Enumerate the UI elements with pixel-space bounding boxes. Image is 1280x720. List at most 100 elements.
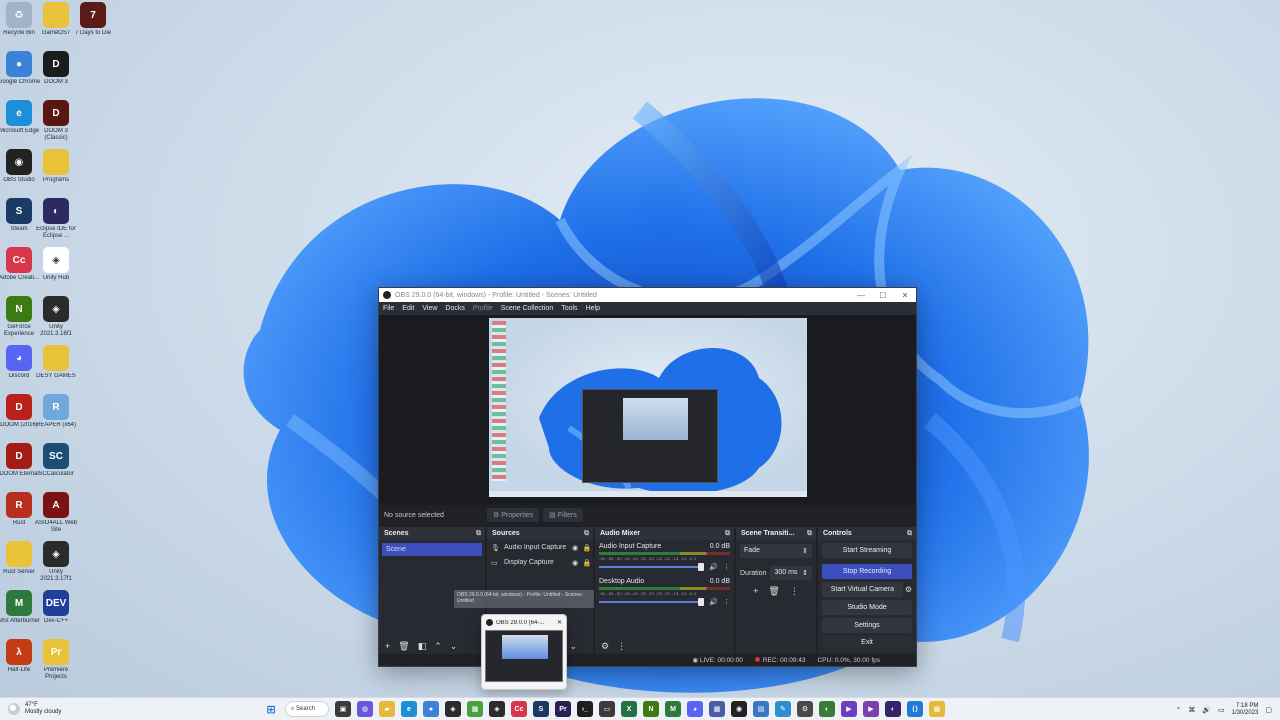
virtual-camera-settings-icon[interactable]: ⚙	[905, 585, 912, 594]
transition-menu-icon[interactable]: ⋮	[790, 586, 799, 597]
unity-icon[interactable]: ◈	[445, 701, 461, 717]
steam-icon[interactable]: S	[533, 701, 549, 717]
visibility-eye-icon[interactable]: ◉	[569, 559, 581, 567]
calculator-icon[interactable]: ▦	[929, 701, 945, 717]
remove-transition-icon[interactable]: 🗑	[768, 586, 779, 597]
lock-icon[interactable]: 🔒	[581, 544, 593, 552]
add-scene-icon[interactable]: +	[385, 641, 390, 651]
desktop-icon[interactable]: ◈ Unity Hub	[33, 247, 79, 282]
close-button[interactable]: ✕	[894, 291, 916, 300]
program-preview[interactable]	[489, 318, 807, 497]
desktop-icon[interactable]: DEV Dev-C++	[33, 590, 79, 625]
obs-titlebar[interactable]: OBS 29.0.0 (64-bit, windows) - Profile: …	[379, 288, 916, 302]
settings-button[interactable]: Settings	[822, 618, 912, 633]
start-streaming-button[interactable]: Start Streaming	[822, 543, 912, 558]
desktop-icon[interactable]: 7 7 Days to Die	[70, 2, 116, 37]
battery-icon[interactable]: ▭	[1218, 706, 1225, 714]
undock-icon[interactable]: ⧉	[476, 530, 481, 538]
scene-item[interactable]: Scene	[382, 543, 482, 556]
speaker-icon[interactable]: 🔊	[709, 598, 718, 606]
exit-button[interactable]: Exit	[822, 636, 912, 648]
volume-icon[interactable]: 🔊	[1202, 706, 1211, 714]
spinner-icon[interactable]: ⇕	[802, 569, 808, 577]
monitor-app-icon[interactable]: ▭	[599, 701, 615, 717]
task-view-icon[interactable]: ▣	[335, 701, 351, 717]
slider-handle[interactable]	[698, 563, 705, 571]
menu-tools[interactable]: Tools	[561, 305, 577, 312]
more-options-icon[interactable]: ⋮	[723, 598, 730, 606]
undock-icon[interactable]: ⧉	[807, 530, 812, 538]
studio-mode-button[interactable]: Studio Mode	[822, 600, 912, 615]
app-icon[interactable]: ▦	[709, 701, 725, 717]
windows-start-icon[interactable]: ⊞	[263, 701, 279, 717]
undock-icon[interactable]: ⧉	[907, 530, 912, 538]
move-down-icon[interactable]: ⌄	[450, 641, 458, 652]
vscode-icon[interactable]: ⟨⟩	[907, 701, 923, 717]
desktop-icon[interactable]: Programs	[33, 149, 79, 184]
desktop-icon[interactable]: ◈ Unity 2021.3.17f1	[33, 541, 79, 583]
add-transition-icon[interactable]: +	[753, 586, 758, 597]
obs-window[interactable]: OBS 29.0.0 (64-bit, windows) - Profile: …	[378, 287, 917, 667]
unity-hub-icon[interactable]: ◈	[489, 701, 505, 717]
move-up-icon[interactable]: ⌃	[434, 641, 442, 652]
scene-filters-icon[interactable]: ◧	[418, 641, 427, 652]
chevron-down-icon[interactable]: ⌄	[569, 641, 577, 652]
visual-studio-icon[interactable]: ▶	[841, 701, 857, 717]
minecraft-icon[interactable]: ▩	[467, 701, 483, 717]
notification-icon[interactable]: ▢	[1265, 706, 1272, 714]
minimize-button[interactable]: —	[850, 291, 872, 300]
desktop-icon[interactable]: D DOOM 3	[33, 51, 79, 86]
start-virtual-camera-button[interactable]: Start Virtual Camera	[822, 582, 903, 597]
lock-icon[interactable]: 🔒	[581, 559, 593, 567]
remove-scene-icon[interactable]: 🗑	[398, 641, 409, 652]
more-options-icon[interactable]: ⋮	[723, 563, 730, 571]
source-item-display-capture[interactable]: ▭ Display Capture ◉ 🔒	[487, 555, 593, 570]
premiere-icon[interactable]: Pr	[555, 701, 571, 717]
filters-button[interactable]: ▤ Filters	[543, 508, 583, 522]
notepad-icon[interactable]: ▤	[753, 701, 769, 717]
taskbar-thumbnail-preview[interactable]: OBS 29.0.0 (64-... ✕	[481, 614, 567, 690]
weather-widget[interactable]: 47°F Mostly cloudy	[0, 702, 120, 716]
stop-recording-button[interactable]: Stop Recording	[822, 564, 912, 579]
undock-icon[interactable]: ⧉	[584, 530, 589, 538]
taskbar-search[interactable]: ⌕ Search	[285, 701, 329, 717]
advanced-audio-icon[interactable]: ⚙	[601, 641, 609, 652]
visibility-eye-icon[interactable]: ◉	[569, 544, 581, 552]
close-icon[interactable]: ✕	[557, 619, 562, 626]
menu-docks[interactable]: Docks	[445, 305, 464, 312]
undock-icon[interactable]: ⧉	[725, 530, 730, 538]
slider-handle[interactable]	[698, 598, 705, 606]
volume-slider[interactable]	[599, 563, 705, 571]
menu-edit[interactable]: Edit	[402, 305, 414, 312]
afterburner-icon[interactable]: M	[665, 701, 681, 717]
edge-icon[interactable]: e	[401, 701, 417, 717]
desktop-icon[interactable]: D DOOM 3 (Classic)	[33, 100, 79, 142]
desktop-icon[interactable]: R REAPER (x64)	[33, 394, 79, 429]
paint-icon[interactable]: ✎	[775, 701, 791, 717]
menu-profile[interactable]: Profile	[473, 305, 493, 312]
geforce-icon[interactable]: N	[643, 701, 659, 717]
preview-thumbnail[interactable]	[485, 630, 563, 682]
chrome-icon[interactable]: ●	[423, 701, 439, 717]
chat-icon[interactable]: ◍	[357, 701, 373, 717]
menu-scene-collection[interactable]: Scene Collection	[501, 305, 554, 312]
source-item-audio-input[interactable]: 🎙 Audio Input Capture ◉ 🔒	[487, 540, 593, 555]
file-explorer-icon[interactable]: ▰	[379, 701, 395, 717]
excel-icon[interactable]: X	[621, 701, 637, 717]
obs-taskbar-icon[interactable]: ◉	[731, 701, 747, 717]
eclipse-icon[interactable]: ◐	[885, 701, 901, 717]
desktop-icon[interactable]: ◈ Unity 2021.3.16f1	[33, 296, 79, 338]
maximize-button[interactable]: ☐	[872, 291, 894, 300]
discord-icon[interactable]: ◕	[687, 701, 703, 717]
desktop-icon[interactable]: A ASIO4ALL Web Site	[33, 492, 79, 534]
settings-gear-icon[interactable]: ⚙	[797, 701, 813, 717]
duration-input[interactable]: 300 ms ⇕	[770, 566, 812, 580]
chevron-up-icon[interactable]: ⌃	[1175, 706, 1181, 714]
desktop-icon[interactable]: ◐ Eclipse IDE for Eclipse ...	[33, 198, 79, 240]
transition-select[interactable]: Fade ⇕	[740, 544, 812, 558]
terminal-icon[interactable]: ›_	[577, 701, 593, 717]
clock[interactable]: 7:18 PM 1/30/2023	[1232, 703, 1259, 717]
mixer-menu-icon[interactable]: ⋮	[617, 641, 626, 652]
desktop-icon[interactable]: Pr Premiere Projects	[33, 639, 79, 681]
desktop-icon[interactable]: DESY GAMES	[33, 345, 79, 380]
